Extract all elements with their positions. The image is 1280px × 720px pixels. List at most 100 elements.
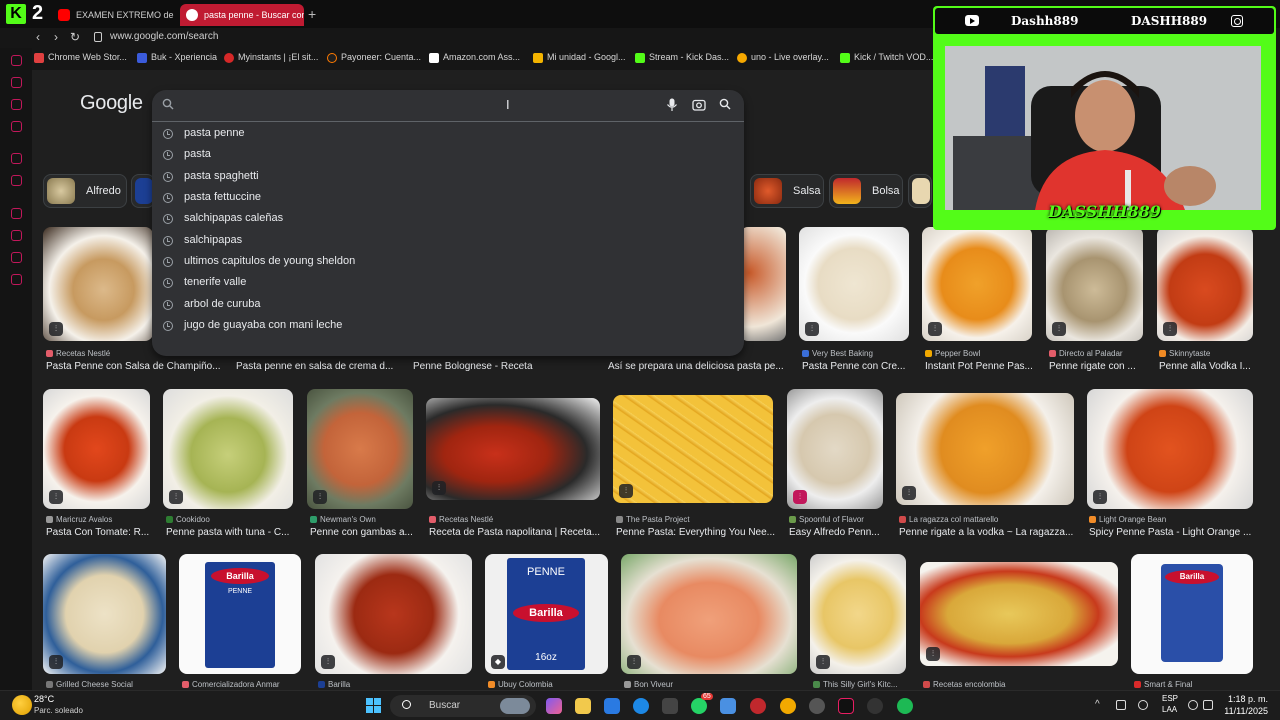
result-caption[interactable]: Penne con gambas a... (310, 527, 416, 538)
bookmark-item[interactable]: Stream - Kick Das... (635, 52, 729, 63)
tiktok-icon[interactable] (838, 698, 854, 714)
back-icon[interactable]: ‹ (36, 30, 40, 44)
whatsapp-icon[interactable] (691, 698, 707, 714)
result-image[interactable]: ⫶ (1046, 227, 1143, 341)
result-caption[interactable]: Pasta penne en salsa de crema d... (236, 361, 396, 372)
mail-icon[interactable] (604, 698, 620, 714)
suggestion-item[interactable]: salchipapas caleñas (152, 209, 744, 230)
suggestion-item[interactable]: salchipapas (152, 231, 744, 252)
history-icon[interactable] (11, 55, 22, 66)
wifi-icon[interactable] (1188, 700, 1198, 710)
result-caption[interactable]: Pasta Penne con Salsa de Champiño... (46, 361, 226, 372)
chip-more[interactable] (908, 174, 932, 208)
result-caption[interactable]: Spicy Penne Pasta - Light Orange ... (1089, 527, 1255, 538)
messenger-icon[interactable] (11, 99, 22, 110)
clock-date[interactable]: 11/11/2025 (1210, 706, 1268, 716)
clock-time[interactable]: 1:18 p. m. (1222, 694, 1268, 704)
network-app-icon[interactable] (1116, 700, 1126, 710)
twitch-icon[interactable] (11, 175, 22, 186)
obs-icon[interactable] (809, 698, 825, 714)
new-tab-button[interactable]: + (308, 6, 316, 22)
aria-icon[interactable] (11, 153, 22, 164)
settings-icon[interactable] (11, 274, 22, 285)
result-image[interactable]: ⫶ (920, 562, 1118, 666)
result-caption[interactable]: Penne Pasta: Everything You Nee... (616, 527, 776, 538)
result-caption[interactable]: Penne pasta with tuna - C... (166, 527, 296, 538)
clock-icon[interactable] (11, 230, 22, 241)
bookmark-item[interactable]: Mi unidad - Googl... (533, 52, 626, 63)
opera-icon[interactable] (750, 698, 766, 714)
camera-lens-icon[interactable] (692, 98, 706, 112)
suggestion-item[interactable]: pasta fettuccine (152, 188, 744, 209)
bookmark-item[interactable]: Payoneer: Cuenta... (327, 52, 421, 63)
file-explorer-icon[interactable] (575, 698, 591, 714)
norton-icon[interactable] (780, 698, 796, 714)
bookmark-item[interactable]: Myinstants | ¡El sit... (224, 52, 318, 63)
tab-pasta-penne[interactable]: pasta penne - Buscar con (180, 4, 304, 26)
language-layout[interactable]: LAA (1162, 705, 1177, 714)
result-image[interactable]: ⫶ (43, 227, 153, 341)
weather-icon[interactable] (12, 695, 32, 715)
reload-icon[interactable]: ↻ (70, 30, 80, 44)
result-caption[interactable]: Easy Alfredo Penn... (789, 527, 885, 538)
language-code[interactable]: ESP (1162, 694, 1178, 703)
result-caption[interactable]: Penne Bolognese - Receta (413, 361, 583, 372)
result-image[interactable]: ⫶ (613, 395, 773, 503)
forward-icon[interactable]: › (54, 30, 58, 44)
microphone-icon[interactable] (1138, 700, 1148, 710)
result-image[interactable]: ⫶ (1087, 389, 1253, 509)
result-image[interactable]: ⫶ (163, 389, 293, 509)
result-caption[interactable]: Penne rigate a la vodka ~ La ragazza... (899, 527, 1077, 538)
result-caption[interactable]: Receta de Pasta napolitana | Receta... (429, 527, 601, 538)
suggestion-item[interactable]: tenerife valle (152, 273, 744, 294)
result-image[interactable]: ⫶ (426, 398, 600, 500)
barilla-bag-image[interactable]: Barilla (1131, 554, 1253, 674)
microphone-icon[interactable] (666, 98, 678, 112)
result-caption[interactable]: Así se prepara una deliciosa pasta pe... (608, 361, 788, 372)
result-image[interactable]: ⫶ (43, 389, 150, 509)
result-image[interactable]: ⫶ (922, 227, 1032, 341)
google-logo[interactable]: Google (80, 92, 143, 115)
result-caption[interactable]: Penne rigate con ... (1049, 361, 1149, 372)
result-image[interactable]: ⫶ (43, 554, 166, 674)
suggestion-item[interactable]: pasta penne (152, 124, 744, 145)
spotify-icon[interactable] (897, 698, 913, 714)
chevron-up-icon[interactable]: ^ (1095, 699, 1100, 710)
result-caption[interactable]: Pasta Con Tomate: R... (46, 527, 154, 538)
taskbar-search[interactable]: Buscar (390, 695, 536, 717)
suggestion-item[interactable]: pasta (152, 145, 744, 166)
chip-salsa[interactable]: Salsa (750, 174, 824, 208)
result-image[interactable]: ⫶ (896, 393, 1074, 505)
tab-examen[interactable]: EXAMEN EXTREMO de C (52, 4, 174, 26)
search-input[interactable] (186, 96, 656, 116)
result-caption[interactable]: Penne alla Vodka I... (1159, 361, 1255, 372)
result-image[interactable]: ⫶ (307, 389, 413, 509)
suggestion-item[interactable]: pasta spaghetti (152, 167, 744, 188)
result-image[interactable]: ⫶ (810, 554, 906, 674)
windows-start-icon[interactable] (366, 698, 382, 714)
player-icon[interactable] (11, 208, 22, 219)
result-caption[interactable]: Instant Pot Penne Pas... (925, 361, 1037, 372)
chip-bolsa[interactable]: Bolsa (829, 174, 903, 208)
suggestion-item[interactable]: ultimos capitulos de young sheldon (152, 252, 744, 273)
result-image[interactable]: ⫶ (799, 227, 909, 341)
media-player-icon[interactable] (867, 698, 883, 714)
chip-alfredo[interactable]: Alfredo (43, 174, 127, 208)
suggestion-item[interactable]: arbol de curuba (152, 295, 744, 316)
result-image[interactable]: ⫶ (1157, 227, 1253, 341)
video-icon[interactable] (11, 121, 22, 132)
suggestion-item[interactable]: jugo de guayaba con mani leche (152, 316, 744, 337)
notepad-icon[interactable] (720, 698, 736, 714)
result-image[interactable] (740, 227, 786, 341)
bookmark-item[interactable]: uno - Live overlay... (737, 52, 829, 63)
result-image[interactable]: ⫶ (315, 554, 472, 674)
url-field[interactable]: www.google.com/search (110, 31, 218, 42)
result-image[interactable]: ⫶ (787, 389, 883, 509)
store-icon[interactable] (662, 698, 678, 714)
copilot-icon[interactable] (546, 698, 562, 714)
bookmark-item[interactable]: Chrome Web Stor... (34, 52, 127, 63)
barilla-package-image[interactable]: PENNE Barilla 16oz ◆ (485, 554, 608, 674)
result-image[interactable]: ⫶ (621, 554, 797, 674)
edge-icon[interactable] (633, 698, 649, 714)
bookmark-item[interactable]: Buk - Xperiencia (137, 52, 217, 63)
